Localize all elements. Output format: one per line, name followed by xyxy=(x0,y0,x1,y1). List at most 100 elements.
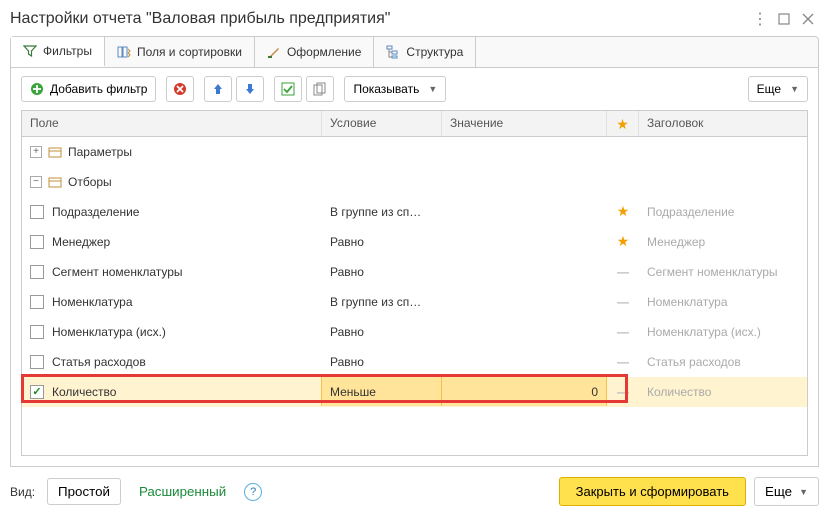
dash-icon: — xyxy=(617,325,629,339)
check-all-icon xyxy=(281,82,295,96)
collapse-icon[interactable]: − xyxy=(30,176,42,188)
view-simple-button[interactable]: Простой xyxy=(47,478,121,505)
col-star[interactable]: ★ xyxy=(607,111,639,136)
row-condition: Равно xyxy=(330,235,364,249)
columns-icon xyxy=(117,45,131,59)
view-label: Вид: xyxy=(10,485,35,499)
col-field[interactable]: Поле xyxy=(22,111,322,136)
row-condition: Равно xyxy=(330,355,364,369)
row-condition: В группе из сп… xyxy=(330,295,421,309)
copy-icon xyxy=(313,82,327,96)
remove-icon xyxy=(173,82,187,96)
row-title: Менеджер xyxy=(647,235,705,249)
row-checkbox[interactable] xyxy=(30,355,44,369)
window-title: Настройки отчета "Валовая прибыль предпр… xyxy=(10,10,747,28)
row-checkbox[interactable] xyxy=(30,205,44,219)
tree-icon xyxy=(386,45,400,59)
check-all-button[interactable] xyxy=(274,76,302,102)
dash-icon: — xyxy=(617,355,629,369)
copy-button[interactable] xyxy=(306,76,334,102)
col-title[interactable]: Заголовок xyxy=(639,111,807,136)
show-dropdown[interactable]: Показывать ▼ xyxy=(344,76,446,102)
star-icon: ★ xyxy=(617,203,630,220)
row-title: Статья расходов xyxy=(647,355,741,369)
row-field-label: Сегмент номенклатуры xyxy=(52,265,183,279)
footer-more-button[interactable]: Еще ▼ xyxy=(754,477,819,506)
show-label: Показывать xyxy=(353,82,419,96)
brush-icon xyxy=(267,45,281,59)
tree-params-label: Параметры xyxy=(68,145,132,159)
toolbar-more-button[interactable]: Еще ▼ xyxy=(748,76,808,102)
tree-params-row[interactable]: + Параметры xyxy=(22,137,807,167)
filter-row[interactable]: Номенклатура (исх.) Равно — Номенклатура (и… xyxy=(22,317,807,347)
row-condition: Равно xyxy=(330,265,364,279)
filter-row[interactable]: Сегмент номенклатуры Равно — Сегмент номенк… xyxy=(22,257,807,287)
row-field-label: Статья расходов xyxy=(52,355,146,369)
row-checkbox[interactable] xyxy=(30,265,44,279)
row-field-label: Подразделение xyxy=(52,205,139,219)
row-condition: В группе из сп… xyxy=(330,205,421,219)
row-title: Номенклатура (исх.) xyxy=(647,325,761,339)
tab-design[interactable]: Оформление xyxy=(255,37,374,67)
view-advanced-button[interactable]: Расширенный xyxy=(129,479,236,504)
move-down-button[interactable] xyxy=(236,76,264,102)
row-title: Сегмент номенклатуры xyxy=(647,265,778,279)
row-checkbox[interactable] xyxy=(30,325,44,339)
arrow-down-icon xyxy=(243,82,257,96)
params-folder-icon xyxy=(48,145,62,159)
row-title: Подразделение xyxy=(647,205,734,219)
close-icon[interactable] xyxy=(797,8,819,30)
star-icon: ★ xyxy=(616,116,629,132)
row-title: Количество xyxy=(647,385,711,399)
tab-fields[interactable]: Поля и сортировки xyxy=(105,37,255,67)
star-icon: ★ xyxy=(617,233,630,250)
kebab-icon[interactable]: ⋮ xyxy=(749,8,771,30)
col-condition[interactable]: Условие xyxy=(322,111,442,136)
tree-filters-label: Отборы xyxy=(68,175,112,189)
tab-design-label: Оформление xyxy=(287,45,361,59)
row-field-label: Количество xyxy=(52,385,116,399)
row-field-label: Менеджер xyxy=(52,235,110,249)
row-field-label: Номенклатура xyxy=(52,295,133,309)
remove-button[interactable] xyxy=(166,76,194,102)
row-field-label: Номенклатура (исх.) xyxy=(52,325,166,339)
tree-filters-row[interactable]: − Отборы xyxy=(22,167,807,197)
add-filter-label: Добавить фильтр xyxy=(50,82,147,96)
funnel-icon xyxy=(23,44,37,58)
caret-down-icon: ▼ xyxy=(799,487,808,497)
dash-icon: — xyxy=(617,295,629,309)
filter-row[interactable]: Подразделение В группе из сп… ★ Подразделен… xyxy=(22,197,807,227)
row-title: Номенклатура xyxy=(647,295,728,309)
row-checkbox[interactable] xyxy=(30,385,44,399)
caret-down-icon: ▼ xyxy=(790,84,799,94)
row-checkbox[interactable] xyxy=(30,235,44,249)
filters-folder-icon xyxy=(48,175,62,189)
col-value[interactable]: Значение xyxy=(442,111,607,136)
tab-filters-label: Фильтры xyxy=(43,44,92,58)
dash-icon: — xyxy=(617,385,629,399)
toolbar-more-label: Еще xyxy=(757,82,781,96)
tab-structure-label: Структура xyxy=(406,45,463,59)
maximize-icon[interactable] xyxy=(773,8,795,30)
plus-icon xyxy=(30,82,44,96)
tab-fields-label: Поля и сортировки xyxy=(137,45,242,59)
dash-icon: — xyxy=(617,265,629,279)
help-icon[interactable]: ? xyxy=(244,483,262,501)
footer-more-label: Еще xyxy=(765,484,792,499)
arrow-up-icon xyxy=(211,82,225,96)
row-checkbox[interactable] xyxy=(30,295,44,309)
row-condition: Меньше xyxy=(330,385,376,399)
move-up-button[interactable] xyxy=(204,76,232,102)
tab-filters[interactable]: Фильтры xyxy=(11,37,105,67)
filter-row[interactable]: Номенклатура В группе из сп… — Номенклатура xyxy=(22,287,807,317)
filter-row[interactable]: Количество Меньше 0 — Количество xyxy=(22,377,807,407)
add-filter-button[interactable]: Добавить фильтр xyxy=(21,76,156,102)
caret-down-icon: ▼ xyxy=(428,84,437,94)
tab-structure[interactable]: Структура xyxy=(374,37,476,67)
row-condition: Равно xyxy=(330,325,364,339)
close-and-generate-button[interactable]: Закрыть и сформировать xyxy=(559,477,746,506)
row-value: 0 xyxy=(591,385,598,399)
expand-icon[interactable]: + xyxy=(30,146,42,158)
filter-row[interactable]: Статья расходов Равно — Статья расходов xyxy=(22,347,807,377)
filter-row[interactable]: Менеджер Равно ★ Менеджер xyxy=(22,227,807,257)
